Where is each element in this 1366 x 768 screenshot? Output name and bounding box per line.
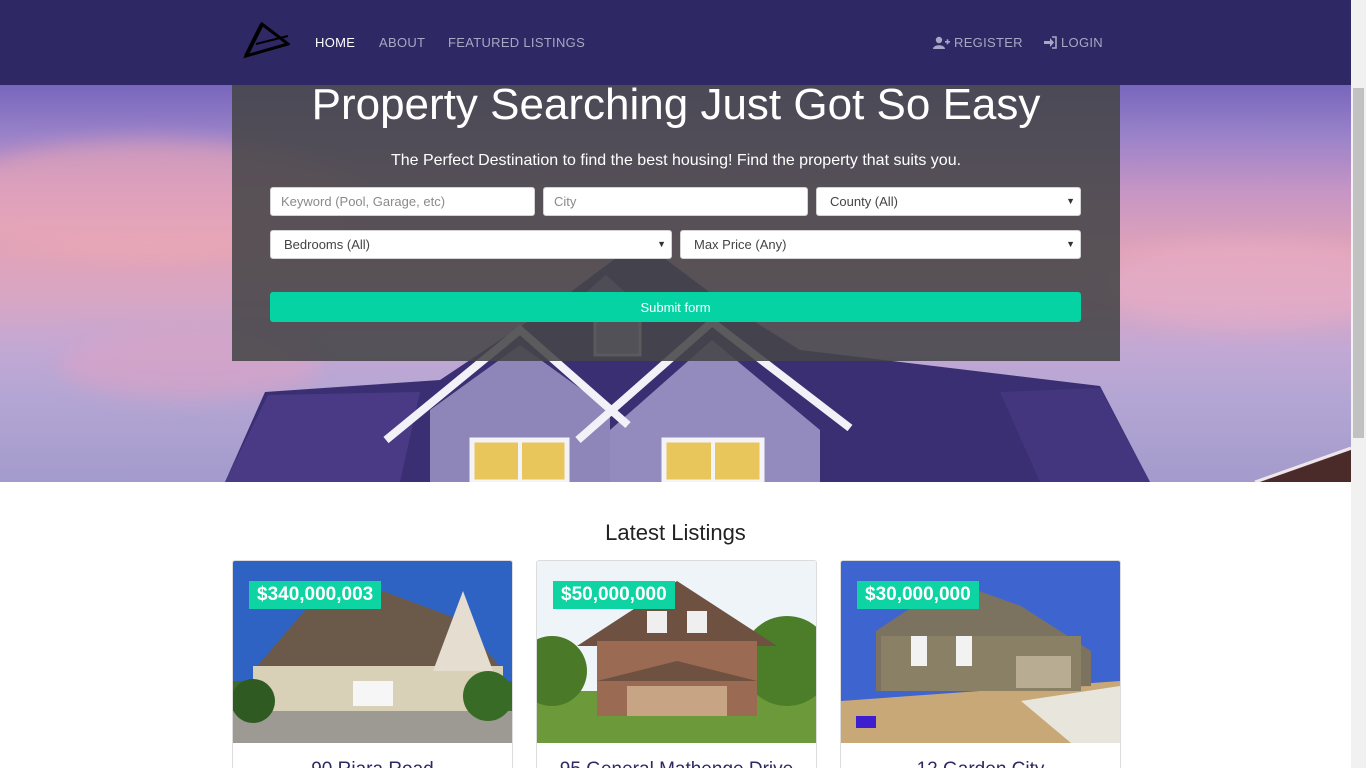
sign-in-icon (1044, 36, 1057, 49)
county-select-value: County (All) (830, 194, 898, 209)
nav-featured-listings-link[interactable]: FEATURED LISTINGS (448, 35, 585, 50)
hero-subtitle: The Perfect Destination to find the best… (390, 152, 962, 169)
chevron-down-icon: ▼ (657, 239, 666, 249)
nav-register-link[interactable]: REGISTER (933, 35, 1023, 50)
listing-card[interactable]: $30,000,000 12 Garden City (840, 560, 1121, 768)
listing-card[interactable]: $50,000,000 95 General Mathenge Drive (536, 560, 817, 768)
max-price-select-value: Max Price (Any) (694, 237, 787, 252)
page-scrollbar[interactable] (1351, 0, 1366, 768)
nav-home-link[interactable]: HOME (315, 35, 355, 50)
county-select[interactable]: County (All) ▼ (816, 187, 1081, 216)
listing-title[interactable]: 12 Garden City (841, 759, 1120, 768)
bedrooms-select-value: Bedrooms (All) (284, 237, 370, 252)
brand-logo-icon[interactable] (242, 22, 290, 60)
chevron-down-icon: ▼ (1066, 239, 1075, 249)
bedrooms-select[interactable]: Bedrooms (All) ▼ (270, 230, 672, 259)
login-label: LOGIN (1061, 35, 1103, 50)
search-panel: Property Searching Just Got So Easy The … (232, 39, 1120, 361)
register-label: REGISTER (954, 35, 1023, 50)
keyword-input[interactable] (270, 187, 535, 216)
chevron-down-icon: ▼ (1066, 196, 1075, 206)
city-input[interactable] (543, 187, 808, 216)
listing-title[interactable]: 95 General Mathenge Drive (537, 759, 816, 768)
hero-title: Property Searching Just Got So Easy (311, 80, 1041, 129)
listing-card[interactable]: $340,000,003 90 Riara Road (232, 560, 513, 768)
max-price-select[interactable]: Max Price (Any) ▼ (680, 230, 1081, 259)
listing-price: $340,000,003 (249, 581, 382, 609)
submit-form-button[interactable]: Submit form (270, 292, 1081, 322)
listing-price: $50,000,000 (553, 581, 675, 609)
listing-price: $30,000,000 (857, 581, 979, 609)
top-navbar: HOME ABOUT FEATURED LISTINGS REGISTER LO… (0, 0, 1351, 85)
nav-login-link[interactable]: LOGIN (1044, 35, 1103, 50)
nav-about-link[interactable]: ABOUT (379, 35, 425, 50)
listing-title[interactable]: 90 Riara Road (233, 759, 512, 768)
latest-listings-heading: Latest Listings (605, 520, 746, 545)
scrollbar-thumb[interactable] (1353, 88, 1364, 438)
user-plus-icon (933, 36, 950, 49)
